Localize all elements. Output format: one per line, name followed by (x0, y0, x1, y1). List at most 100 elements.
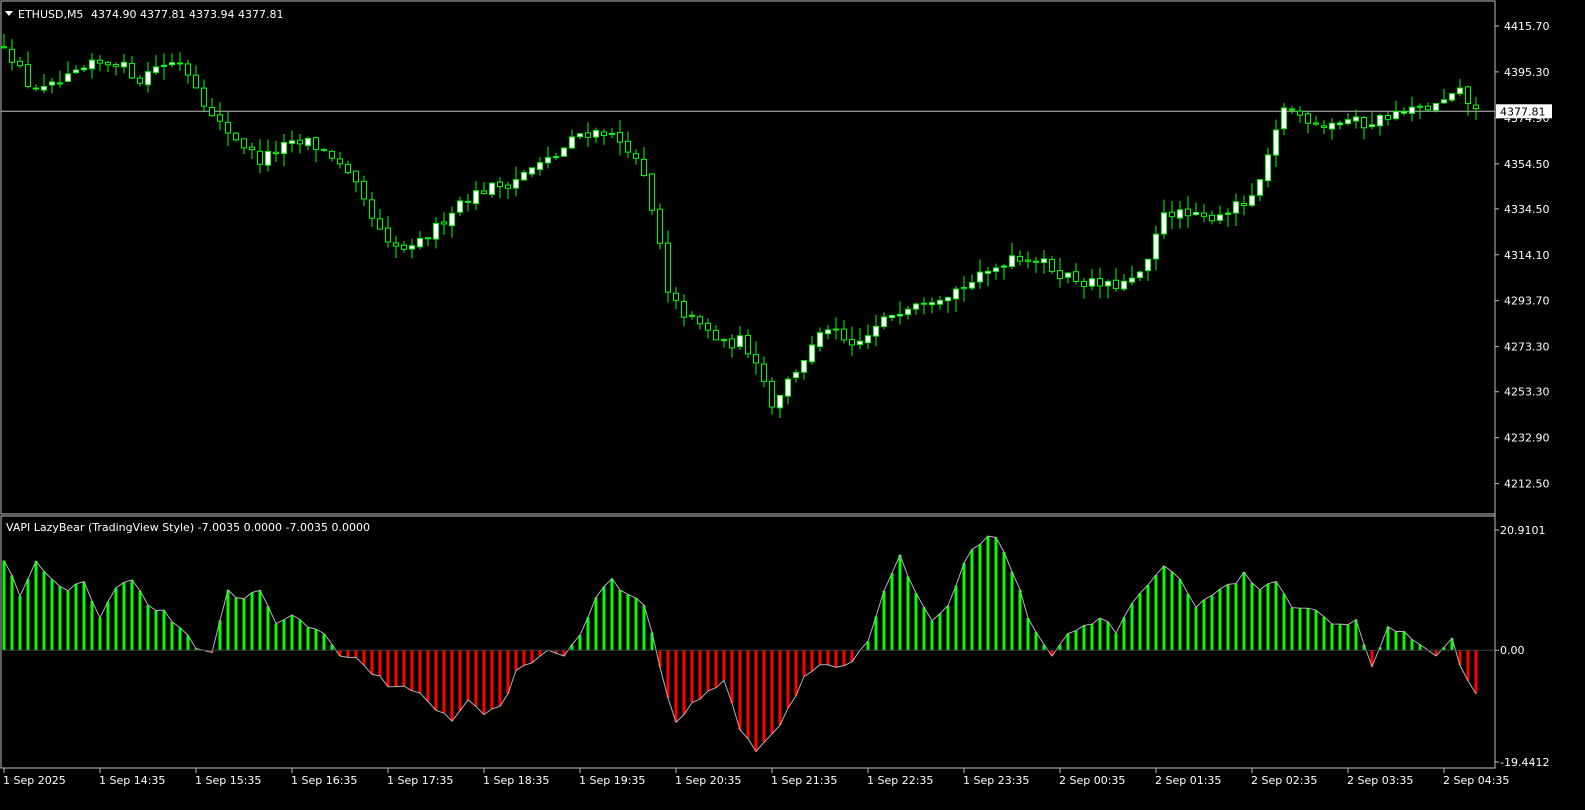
candle-bull (521, 172, 527, 181)
candle-bull (1089, 278, 1095, 287)
candle-bull (513, 179, 519, 189)
chart-window[interactable]: 4415.70 4395.30 4374.90 4354.50 4334.50 4314.… (0, 0, 1585, 806)
candle-bear (1097, 278, 1103, 287)
candle-bear (617, 132, 623, 143)
candle-bear (1417, 105, 1423, 108)
candle-bull (801, 360, 807, 373)
candle-bear (465, 200, 471, 203)
candle-bull (1177, 209, 1183, 219)
candle-bull (833, 328, 839, 331)
candle-bear (1073, 271, 1079, 282)
candle-bull (145, 71, 151, 86)
price-tick-label: 4212.50 (1504, 478, 1550, 491)
candle-bear (105, 61, 111, 66)
candle-bull (1161, 212, 1167, 235)
candle-bear (1201, 212, 1207, 217)
candle-bear (393, 242, 399, 247)
candle-bear (321, 148, 327, 151)
candle-bull (1329, 122, 1335, 130)
candle-bull (57, 82, 63, 85)
time-tick-label: 1 Sep 16:35 (291, 774, 357, 787)
candle-bull (577, 133, 583, 138)
candle-bull (1369, 124, 1375, 128)
indicator-tick-label: 0.00 (1500, 644, 1525, 657)
candle-bull (417, 238, 423, 248)
candle-bull (993, 267, 999, 272)
candle-bull (1129, 277, 1135, 283)
candle-bear (33, 87, 39, 90)
candle-bull (537, 162, 543, 170)
candle-bear (625, 140, 631, 153)
price-tick-label: 4232.90 (1504, 432, 1550, 445)
time-tick-label: 1 Sep 17:35 (387, 774, 453, 787)
candle-bull (73, 69, 79, 74)
candle-bull (1105, 280, 1111, 287)
candle-bear (1081, 280, 1087, 288)
price-tick-label: 4314.10 (1504, 249, 1550, 262)
candle-bear (697, 316, 703, 325)
candle-bull (793, 372, 799, 379)
candle-bear (1033, 260, 1039, 263)
candle-bear (337, 158, 343, 165)
candle-bear (441, 221, 447, 225)
candle-bear (721, 339, 727, 342)
candle-bear (1305, 113, 1311, 124)
ohlc-label: 4374.90 4377.81 4373.94 4377.81 (91, 8, 283, 21)
price-tick-label: 4334.50 (1504, 203, 1550, 216)
time-tick-label: 2 Sep 01:35 (1155, 774, 1221, 787)
candle-bear (961, 286, 967, 290)
time-tick-label: 1 Sep 20:35 (675, 774, 741, 787)
candle-bull (1393, 111, 1399, 120)
candle-bull (889, 314, 895, 319)
candle-bull (265, 151, 271, 166)
time-tick-label: 2 Sep 02:35 (1251, 774, 1317, 787)
candle-bear (497, 181, 503, 188)
price-header: ETHUSD,M5 4374.90 4377.81 4373.94 4377.8… (5, 8, 283, 21)
candle-bull (1457, 87, 1463, 95)
candle-bear (665, 242, 671, 293)
candle-bear (297, 139, 303, 145)
candle-bull (489, 182, 495, 195)
candle-bull (873, 325, 879, 337)
candle-bear (1025, 259, 1031, 262)
candle-bull (1009, 255, 1015, 267)
candle-bear (345, 163, 351, 174)
candle-bear (369, 199, 375, 219)
triangle-down-icon[interactable] (5, 11, 13, 16)
candle-bull (169, 62, 175, 66)
time-tick-label: 1 Sep 2025 (3, 774, 66, 787)
price-tick-label: 4293.70 (1504, 295, 1550, 308)
candle-bull (1401, 111, 1407, 114)
candle-bear (257, 150, 263, 165)
candles-layer (1, 33, 1479, 419)
candle-bull (121, 61, 127, 68)
candle-bear (841, 328, 847, 341)
candle-bear (361, 180, 367, 200)
candle-bull (1337, 122, 1343, 126)
candle-bull (161, 64, 167, 67)
candle-bull (1265, 154, 1271, 182)
chart-canvas[interactable]: 4415.704395.304374.904354.504334.504314.… (0, 0, 1585, 806)
candle-bear (585, 132, 591, 138)
candle-bear (1, 46, 7, 49)
price-axis: 4415.704395.304374.904354.504334.504314.… (1495, 20, 1550, 491)
candle-bear (225, 121, 231, 134)
candle-bear (329, 150, 335, 159)
price-tick-label: 4415.70 (1504, 20, 1550, 33)
candle-bull (1137, 271, 1143, 279)
candle-bear (193, 74, 199, 89)
candle-bear (1313, 122, 1319, 125)
candle-bull (473, 190, 479, 205)
candle-bear (1321, 125, 1327, 128)
candle-bull (433, 223, 439, 240)
candle-bear (673, 292, 679, 301)
candle-bear (921, 302, 927, 305)
candle-bear (657, 208, 663, 244)
candle-bull (1193, 212, 1199, 216)
candle-bear (505, 184, 511, 189)
candle-bear (745, 334, 751, 355)
candle-bull (969, 282, 975, 289)
candle-bull (593, 129, 599, 138)
candle-bear (1185, 208, 1191, 217)
price-tick-label: 4395.30 (1504, 66, 1550, 79)
